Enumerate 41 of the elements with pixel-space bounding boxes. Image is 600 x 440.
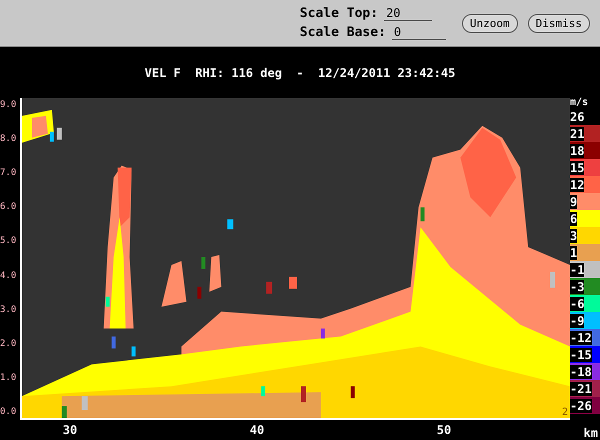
scale-input[interactable]: 0	[392, 25, 446, 40]
x-tick-label: 50	[436, 423, 452, 437]
y-tick-label: 2.0	[0, 338, 18, 350]
y-tick-label: 9.0	[0, 99, 18, 111]
y-tick-label: 3.0	[0, 304, 18, 316]
field-label: Scale Top:	[300, 6, 378, 21]
legend-label: -21	[570, 382, 592, 396]
legend-unit: m/s	[570, 98, 590, 108]
legend-label: -26	[570, 398, 592, 412]
legend-label: 3	[570, 228, 578, 242]
y-tick-label: 0.0	[0, 406, 18, 418]
legend-label: -18	[570, 364, 592, 378]
legend-label: 6	[570, 212, 578, 226]
y-tick-label: 1.0	[0, 372, 18, 384]
legend-label: -3	[570, 280, 584, 294]
legend-label: 18	[570, 144, 584, 158]
legend-label: 26	[570, 110, 584, 124]
scale-input[interactable]: 20	[384, 6, 432, 21]
legend-label: -12	[570, 330, 592, 344]
legend-label: 1	[570, 246, 578, 260]
legend-label: 12	[570, 178, 584, 192]
x-tick-label: 30	[62, 423, 78, 437]
y-tick-label: 5.0	[0, 235, 18, 248]
legend-label: -9	[570, 314, 584, 328]
y-tick-label: 8.0	[0, 133, 18, 146]
field-label: Scale Base:	[300, 25, 386, 40]
y-tick-label: 6.0	[0, 201, 18, 214]
x-unit-label: km	[584, 426, 598, 440]
dismiss-button[interactable]: Dismiss	[528, 14, 590, 32]
legend-label: 15	[570, 160, 584, 174]
unzoom-button[interactable]: Unzoom	[462, 14, 518, 32]
y-tick-label: 7.0	[0, 167, 18, 180]
y-tick-label: 4.0	[0, 270, 18, 282]
legend-label: -1	[570, 262, 584, 276]
plot-title: VEL F RHI: 116 deg - 12/24/2011 23:42:45	[144, 66, 456, 80]
legend-label: 21	[570, 126, 584, 140]
corner-mark: 2	[562, 407, 568, 418]
legend-label: 9	[570, 194, 578, 208]
legend-label: -6	[570, 296, 584, 310]
legend-label: -15	[570, 348, 592, 362]
x-tick-label: 40	[250, 423, 264, 437]
